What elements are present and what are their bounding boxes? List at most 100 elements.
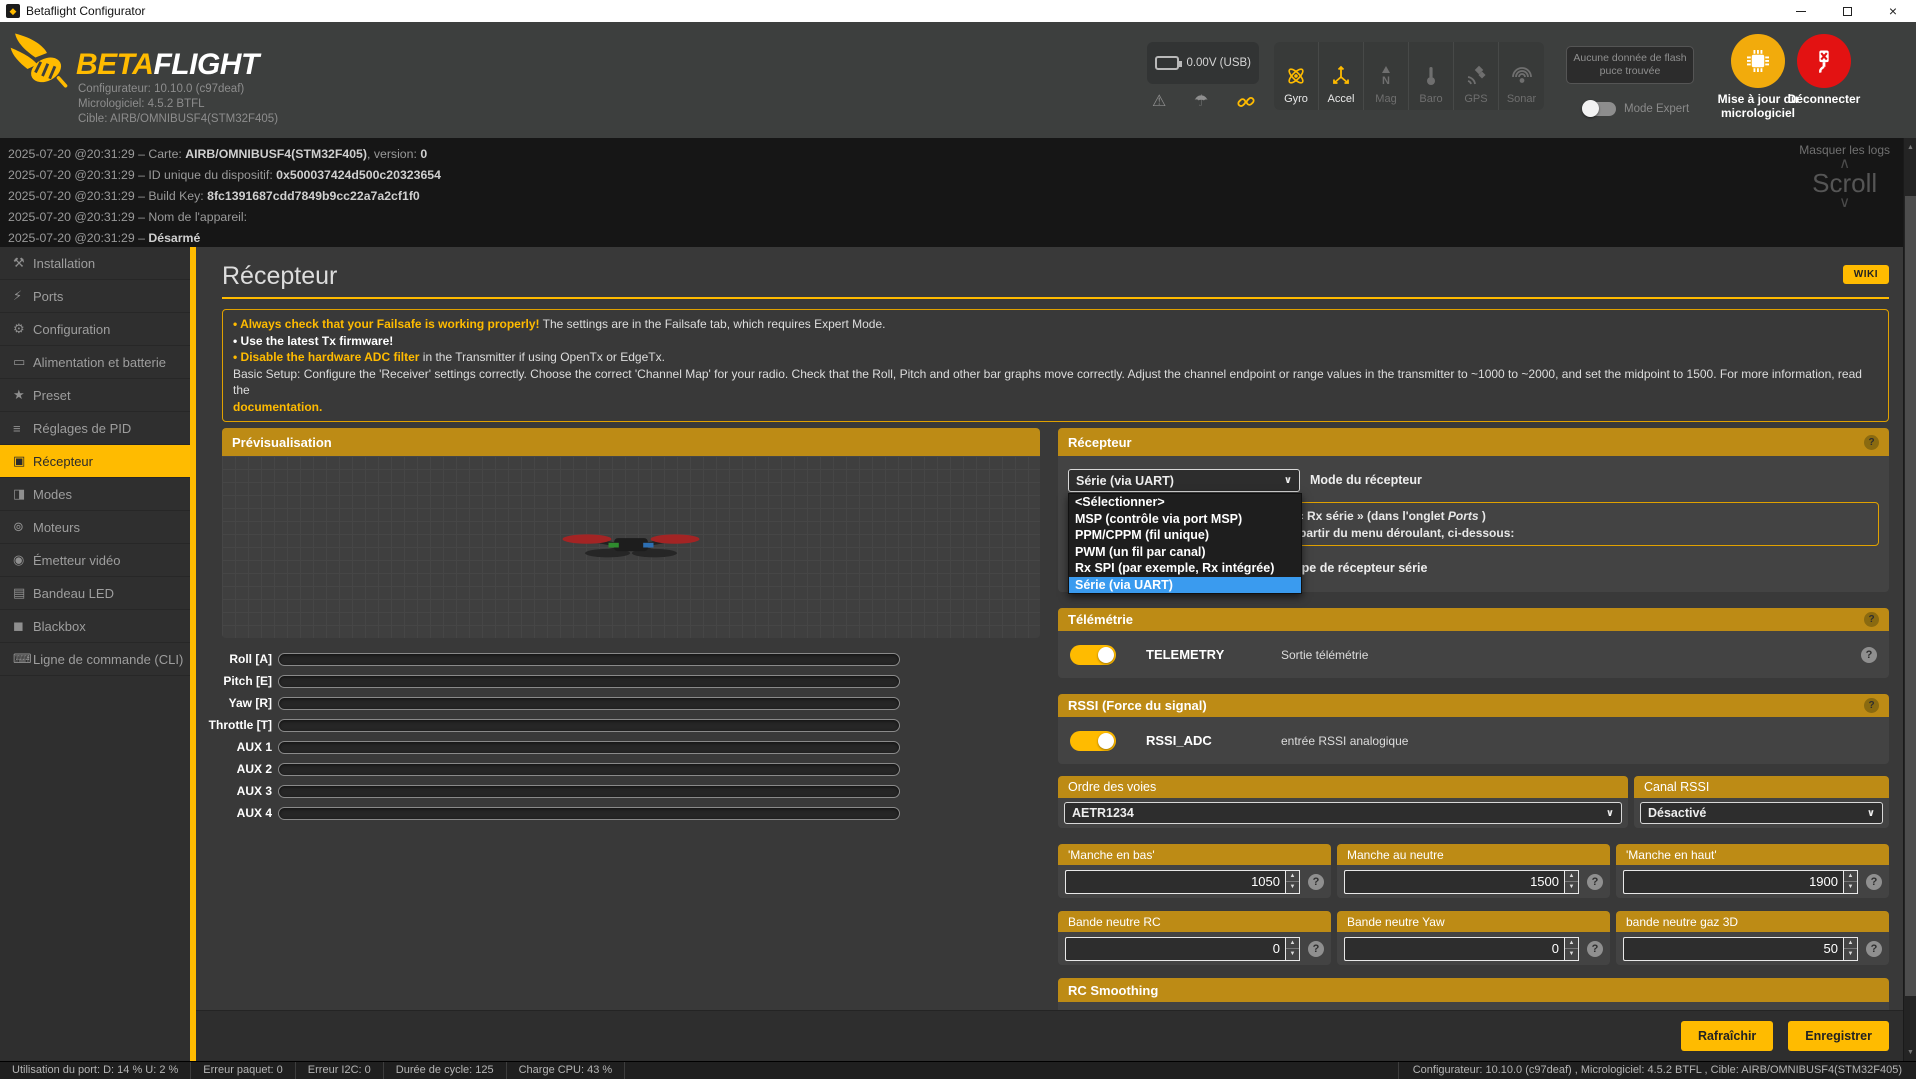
help-icon[interactable]: ?: [1864, 612, 1879, 627]
statusbar-target-info: Configurateur: 10.10.0 (c97deaf) , Micro…: [1398, 1062, 1916, 1079]
channel-label: Roll [A]: [196, 652, 272, 666]
sidebar-item-label: Ligne de commande (CLI): [33, 652, 183, 667]
stepper-up-icon[interactable]: ▲: [1565, 871, 1578, 883]
log-line: 2025-07-20 @20:31:29 – Build Key: 8fc139…: [8, 186, 1916, 207]
telemetry-toggle[interactable]: [1070, 645, 1116, 665]
receiver-mode-label: Mode du récepteur: [1310, 469, 1889, 492]
help-icon[interactable]: ?: [1861, 647, 1877, 663]
help-icon[interactable]: ?: [1864, 435, 1879, 450]
deadband-title: Bande neutre RC: [1068, 915, 1161, 929]
3d-deadband-input[interactable]: 50: [1623, 937, 1843, 961]
expert-mode-toggle[interactable]: [1582, 102, 1616, 116]
sidebar-item-ports[interactable]: ⚡Ports: [0, 280, 190, 313]
rssi-channel-select[interactable]: Désactivé ∨: [1640, 802, 1883, 824]
log-line: 2025-07-20 @20:31:29 – ID unique du disp…: [8, 165, 1916, 186]
scroll-label: Scroll: [1799, 170, 1890, 196]
stepper-down-icon[interactable]: ▼: [1286, 882, 1299, 893]
main-scrollbar[interactable]: ▲ ▼: [1903, 138, 1916, 1061]
help-icon[interactable]: ?: [1308, 941, 1324, 957]
scrollbar-up-icon[interactable]: ▲: [1904, 140, 1916, 154]
stepper-up-icon[interactable]: ▲: [1844, 871, 1857, 883]
help-icon[interactable]: ?: [1866, 874, 1882, 890]
sidebar-item-cli[interactable]: ⌨Ligne de commande (CLI): [0, 643, 190, 676]
wiki-button[interactable]: WIKI: [1843, 265, 1889, 284]
receiver-mode-option[interactable]: PPM/CPPM (fil unique): [1069, 527, 1301, 544]
sidebar-item-pid-tuning[interactable]: ≡Réglages de PID: [0, 412, 190, 445]
stepper-down-icon[interactable]: ▼: [1286, 949, 1299, 960]
3d-deadband-stepper[interactable]: ▲▼: [1843, 937, 1858, 961]
close-button[interactable]: ×: [1870, 0, 1916, 22]
telemetry-panel-title: Télémétrie: [1068, 612, 1133, 627]
sidebar-item-label: Ports: [33, 289, 63, 304]
help-icon[interactable]: ?: [1587, 874, 1603, 890]
save-button[interactable]: Enregistrer: [1788, 1021, 1889, 1051]
documentation-link[interactable]: documentation.: [233, 400, 322, 414]
sidebar-item-power-battery[interactable]: ▭Alimentation et batterie: [0, 346, 190, 379]
sidebar-item-label: Alimentation et batterie: [33, 355, 166, 370]
refresh-button[interactable]: Rafraîchir: [1681, 1021, 1773, 1051]
receiver-mode-option[interactable]: MSP (contrôle via port MSP): [1069, 511, 1301, 528]
sidebar-item-motors[interactable]: ⊚Moteurs: [0, 511, 190, 544]
stepper-up-icon[interactable]: ▲: [1286, 938, 1299, 950]
stick-max-input[interactable]: 1900: [1623, 870, 1843, 894]
receiver-mode-option[interactable]: <Sélectionner>: [1069, 494, 1301, 511]
stick-center-stepper[interactable]: ▲▼: [1564, 870, 1579, 894]
sidebar-item-installation[interactable]: ⚒Installation: [0, 247, 190, 280]
target-name: Cible: AIRB/OMNIBUSF4(STM32F405): [78, 112, 278, 127]
window-title: Betaflight Configurator: [26, 4, 145, 18]
stick-min-box: 'Manche en bas'1050▲▼?: [1058, 844, 1331, 898]
disconnect-button[interactable]: Déconnecter: [1766, 34, 1882, 106]
maximize-button[interactable]: [1824, 0, 1870, 22]
telemetry-description: Sortie télémétrie: [1281, 648, 1368, 662]
channel-map-select[interactable]: AETR1234 ∨: [1064, 802, 1622, 824]
stepper-down-icon[interactable]: ▼: [1844, 949, 1857, 960]
scrollbar-down-icon[interactable]: ▼: [1904, 1045, 1916, 1059]
sidebar-item-configuration[interactable]: ⚙Configuration: [0, 313, 190, 346]
stepper-down-icon[interactable]: ▼: [1844, 882, 1857, 893]
deadband-input[interactable]: 0: [1065, 937, 1285, 961]
log-line: 2025-07-20 @20:31:29 – Nom de l'appareil…: [8, 207, 1916, 228]
stepper-up-icon[interactable]: ▲: [1565, 938, 1578, 950]
stick-min-stepper[interactable]: ▲▼: [1285, 870, 1300, 894]
sidebar-item-receiver[interactable]: ▣Récepteur: [0, 445, 190, 478]
receiver-mode-option[interactable]: Série (via UART): [1069, 577, 1301, 594]
yaw-deadband-stepper[interactable]: ▲▼: [1564, 937, 1579, 961]
failsafe-icon: ☂: [1194, 92, 1208, 112]
rssi-adc-toggle[interactable]: [1070, 731, 1116, 751]
stick-max-stepper[interactable]: ▲▼: [1843, 870, 1858, 894]
yaw-deadband-input[interactable]: 0: [1344, 937, 1564, 961]
stick-center-input[interactable]: 1500: [1344, 870, 1564, 894]
stepper-up-icon[interactable]: ▲: [1286, 871, 1299, 883]
help-icon[interactable]: ?: [1866, 941, 1882, 957]
help-icon[interactable]: ?: [1864, 698, 1879, 713]
channel-label: AUX 4: [196, 806, 272, 820]
stepper-up-icon[interactable]: ▲: [1844, 938, 1857, 950]
sliders-icon: ≡: [13, 421, 33, 436]
sidebar-item-video-transmitter[interactable]: ◉Émetteur vidéo: [0, 544, 190, 577]
receiver-mode-option[interactable]: Rx SPI (par exemple, Rx intégrée): [1069, 560, 1301, 577]
led-icon: ▤: [13, 585, 33, 601]
sidebar-item-presets[interactable]: ★Preset: [0, 379, 190, 412]
help-icon[interactable]: ?: [1587, 941, 1603, 957]
chevron-down-icon: ∨: [1606, 808, 1614, 819]
preview-panel-title: Prévisualisation: [232, 435, 332, 450]
help-icon[interactable]: ?: [1308, 874, 1324, 890]
receiver-mode-select[interactable]: Série (via UART) ∨: [1068, 469, 1300, 492]
receiver-mode-option[interactable]: PWM (un fil par canal): [1069, 544, 1301, 561]
sidebar-item-led-strip[interactable]: ▤Bandeau LED: [0, 577, 190, 610]
stepper-down-icon[interactable]: ▼: [1565, 882, 1578, 893]
channel-map-title: Ordre des voies: [1068, 780, 1156, 794]
channel-bar: [278, 741, 900, 754]
telemetry-panel: Télémétrie ? TELEMETRY Sortie télémétrie…: [1058, 608, 1889, 678]
scrollbar-thumb[interactable]: [1905, 196, 1916, 996]
receiver-mode-dropdown: <Sélectionner>MSP (contrôle via port MSP…: [1068, 493, 1302, 594]
sidebar-item-modes[interactable]: ◨Modes: [0, 478, 190, 511]
sidebar-item-blackbox[interactable]: ◼Blackbox: [0, 610, 190, 643]
deadband-box: Bande neutre RC 0▲▼?: [1058, 911, 1331, 965]
deadband-stepper[interactable]: ▲▼: [1285, 937, 1300, 961]
receiver-help-note: • Always check that your Failsafe is wor…: [222, 309, 1889, 422]
page-title: Récepteur: [222, 261, 1889, 291]
stepper-down-icon[interactable]: ▼: [1565, 949, 1578, 960]
minimize-button[interactable]: [1778, 0, 1824, 22]
stick-min-input[interactable]: 1050: [1065, 870, 1285, 894]
